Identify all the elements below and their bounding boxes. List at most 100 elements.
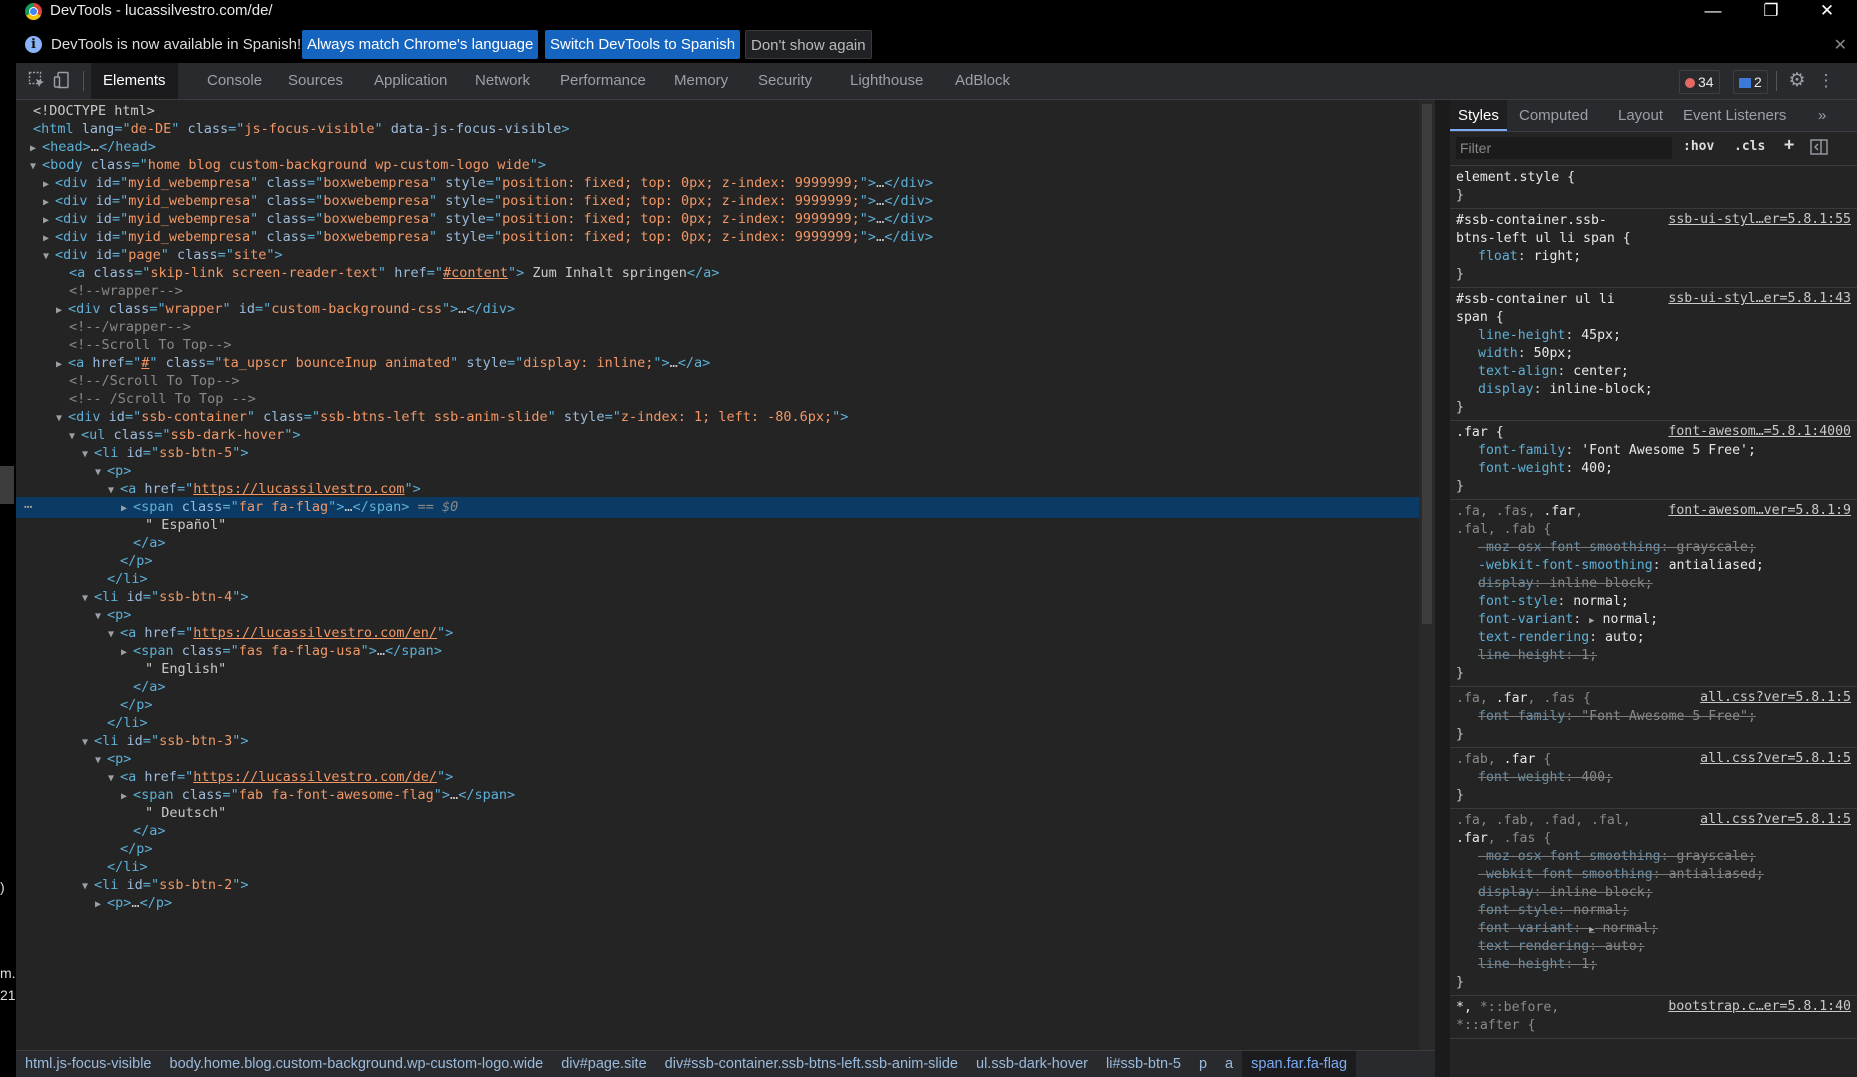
- style-rule[interactable]: #ssb-container.ssb- btns-left ul li span…: [1450, 209, 1857, 288]
- message-count-badge[interactable]: 2: [1733, 70, 1768, 94]
- dom-tree-panel: <!DOCTYPE html> <html lang="de-DE" class…: [16, 100, 1435, 1050]
- css-declaration[interactable]: font-variant: ▶ normal;: [1456, 611, 1853, 629]
- more-options-icon[interactable]: ⋮: [1816, 71, 1836, 91]
- style-rule[interactable]: .far { font-awesom…=5.8.1:4000 font-fami…: [1450, 421, 1857, 500]
- panel-divider[interactable]: [1435, 100, 1450, 1077]
- switch-to-spanish-button[interactable]: Switch DevTools to Spanish: [545, 30, 741, 59]
- css-declaration-overridden[interactable]: display: inline-block;: [1456, 884, 1853, 902]
- css-declaration[interactable]: text-align: center;: [1456, 363, 1853, 381]
- css-declaration[interactable]: font-style: normal;: [1456, 593, 1853, 611]
- style-rule[interactable]: *, *::before, *::after { bootstrap.c…er=…: [1450, 996, 1857, 1039]
- breadcrumb-item[interactable]: a: [1216, 1051, 1242, 1077]
- css-declaration[interactable]: width: 50px;: [1456, 345, 1853, 363]
- tab-console[interactable]: Console: [195, 63, 274, 99]
- breadcrumb-item[interactable]: html.js-focus-visible: [16, 1051, 161, 1077]
- css-declaration[interactable]: font-family: 'Font Awesome 5 Free';: [1456, 442, 1853, 460]
- css-declaration[interactable]: display: inline-block;: [1456, 381, 1853, 399]
- tab-sources[interactable]: Sources: [276, 63, 355, 99]
- rule-source-link[interactable]: ssb-ui-styl…er=5.8.1:55: [1668, 212, 1851, 227]
- css-declaration-overridden[interactable]: font-family: "Font Awesome 5 Free";: [1456, 708, 1853, 726]
- tab-elements[interactable]: Elements: [91, 63, 178, 99]
- css-declaration-overridden[interactable]: -webkit-font-smoothing: antialiased;: [1456, 866, 1853, 884]
- device-toolbar-icon[interactable]: [52, 71, 72, 91]
- breadcrumb-item[interactable]: body.home.blog.custom-background.wp-cust…: [161, 1051, 553, 1077]
- css-declaration[interactable]: -webkit-font-smoothing: antialiased;: [1456, 557, 1853, 575]
- toggle-sidebar-icon[interactable]: [1810, 139, 1828, 160]
- rule-close: }: [1456, 666, 1464, 681]
- tab-computed[interactable]: Computed: [1511, 100, 1596, 131]
- css-declaration-overridden[interactable]: font-style: normal;: [1456, 902, 1853, 920]
- dom-node-p[interactable]: ▶ <p>…</p>: [16, 893, 1435, 914]
- breadcrumb-item[interactable]: div#page.site: [552, 1051, 655, 1077]
- rule-source-link[interactable]: font-awesom…=5.8.1:4000: [1668, 424, 1851, 439]
- rule-source-link[interactable]: ssb-ui-styl…er=5.8.1:43: [1668, 291, 1851, 306]
- breadcrumb-item[interactable]: ul.ssb-dark-hover: [967, 1051, 1097, 1077]
- dom-tree-scrollbar[interactable]: [1419, 100, 1435, 1050]
- breadcrumb: html.js-focus-visible body.home.blog.cust…: [16, 1050, 1435, 1077]
- rule-source-link[interactable]: all.css?ver=5.8.1:5: [1700, 812, 1851, 827]
- css-declaration-overridden[interactable]: display: inline-block;: [1456, 575, 1853, 593]
- tab-lighthouse[interactable]: Lighthouse: [838, 63, 935, 99]
- tab-layout[interactable]: Layout: [1610, 100, 1671, 131]
- css-declaration-overridden[interactable]: font-variant: ▶ normal;: [1456, 920, 1853, 938]
- page-scrollbar-thumb[interactable]: [0, 466, 14, 504]
- tab-application[interactable]: Application: [362, 63, 459, 99]
- breadcrumb-item[interactable]: p: [1190, 1051, 1216, 1077]
- page-fragment-text: m.: [0, 965, 16, 981]
- css-declaration-overridden[interactable]: text-rendering: auto;: [1456, 938, 1853, 956]
- rule-source-link[interactable]: all.css?ver=5.8.1:5: [1700, 690, 1851, 705]
- page-fragment-text: ): [0, 879, 5, 895]
- close-window-button[interactable]: ✕: [1797, 0, 1857, 22]
- restore-button[interactable]: ❐: [1741, 0, 1801, 22]
- breadcrumb-item-current[interactable]: span.far.fa-flag: [1242, 1051, 1357, 1077]
- tab-network[interactable]: Network: [463, 63, 542, 99]
- settings-gear-icon[interactable]: ⚙: [1787, 71, 1807, 91]
- expand-triangle-icon: ▶: [95, 899, 102, 910]
- tab-adblock[interactable]: AdBlock: [943, 63, 1022, 99]
- breadcrumb-item[interactable]: div#ssb-container.ssb-btns-left.ssb-anim…: [656, 1051, 967, 1077]
- styles-sidebar: Styles Computed Layout Event Listeners »…: [1450, 100, 1857, 1077]
- rule-close: }: [1456, 188, 1464, 203]
- css-declaration[interactable]: float: right;: [1456, 248, 1853, 266]
- tab-performance[interactable]: Performance: [548, 63, 658, 99]
- dont-show-again-button[interactable]: Don't show again: [745, 30, 872, 59]
- style-rule[interactable]: .fa, .far, .fas { all.css?ver=5.8.1:5 fo…: [1450, 687, 1857, 748]
- style-rule[interactable]: .fab, .far { all.css?ver=5.8.1:5 font-we…: [1450, 748, 1857, 809]
- infobar-close-icon[interactable]: ✕: [1834, 35, 1847, 55]
- class-toggle[interactable]: .cls: [1734, 139, 1765, 154]
- rule-close: }: [1456, 479, 1464, 494]
- inspect-element-icon[interactable]: [27, 71, 47, 91]
- css-declaration-overridden[interactable]: font-weight: 400;: [1456, 769, 1853, 787]
- css-declaration-overridden[interactable]: line-height: 1;: [1456, 956, 1853, 974]
- rule-close: }: [1456, 975, 1464, 990]
- breadcrumb-item[interactable]: li#ssb-btn-5: [1097, 1051, 1190, 1077]
- css-declaration-overridden[interactable]: line-height: 1;: [1456, 647, 1853, 665]
- new-style-rule-icon[interactable]: +: [1784, 135, 1794, 155]
- rule-source-link[interactable]: bootstrap.c…er=5.8.1:40: [1668, 999, 1851, 1014]
- css-declaration[interactable]: text-rendering: auto;: [1456, 629, 1853, 647]
- minimize-button[interactable]: —: [1683, 0, 1743, 22]
- styles-filter-bar: :hov .cls +: [1450, 132, 1857, 166]
- window-title: DevTools - lucassilvestro.com/de/: [50, 2, 273, 19]
- css-declaration-overridden[interactable]: -moz-osx-font-smoothing: grayscale;: [1456, 539, 1853, 557]
- css-declaration-overridden[interactable]: -moz-osx-font-smoothing: grayscale;: [1456, 848, 1853, 866]
- more-tabs-chevron-icon[interactable]: »: [1810, 100, 1834, 131]
- tab-styles[interactable]: Styles: [1450, 100, 1507, 131]
- style-rule[interactable]: #ssb-container ul li span { ssb-ui-styl……: [1450, 288, 1857, 421]
- rule-source-link[interactable]: all.css?ver=5.8.1:5: [1700, 751, 1851, 766]
- error-count-badge[interactable]: 34: [1679, 70, 1720, 94]
- css-declaration[interactable]: font-weight: 400;: [1456, 460, 1853, 478]
- always-match-language-button[interactable]: Always match Chrome's language: [302, 30, 539, 59]
- scrollbar-thumb[interactable]: [1422, 104, 1432, 624]
- styles-filter-input[interactable]: [1456, 137, 1672, 159]
- tab-memory[interactable]: Memory: [662, 63, 740, 99]
- css-declaration[interactable]: line-height: 45px;: [1456, 327, 1853, 345]
- style-rule[interactable]: .fa, .fas, .far, .fal, .fab { font-aweso…: [1450, 500, 1857, 687]
- rule-source-link[interactable]: font-awesom…ver=5.8.1:9: [1668, 503, 1851, 518]
- style-rule[interactable]: .fa, .fab, .fad, .fal, .far, .fas { all.…: [1450, 809, 1857, 996]
- hover-state-toggle[interactable]: :hov: [1683, 139, 1714, 154]
- tab-security[interactable]: Security: [746, 63, 824, 99]
- style-rule[interactable]: element.style { }: [1450, 166, 1857, 209]
- window-titlebar: DevTools - lucassilvestro.com/de/ — ❐ ✕: [0, 0, 1857, 24]
- tab-event-listeners[interactable]: Event Listeners: [1675, 100, 1794, 131]
